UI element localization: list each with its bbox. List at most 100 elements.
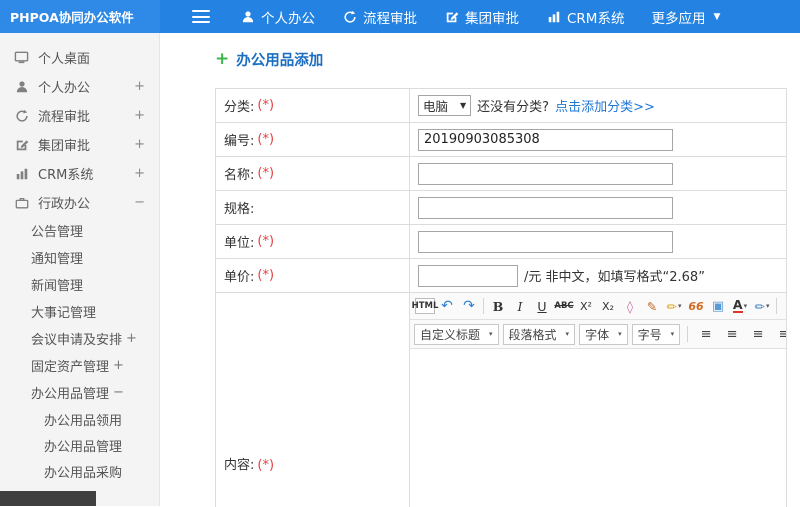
italic-button[interactable]: I [510, 296, 530, 316]
sidebar-subitem-label: 新闻管理 [31, 279, 84, 294]
category-label: 分类: (*) [216, 89, 410, 122]
briefcase-icon [14, 195, 29, 210]
undo-button[interactable]: ↶ [437, 296, 457, 316]
sidebar-subitem-news[interactable]: 新闻管理 [0, 271, 159, 298]
redo-button[interactable]: ↷ [459, 296, 479, 316]
rich-text-editor: HTML ↶ ↷ B I U ABC X² X₂ ◊ ✎ ✏ ▾ 66 ▣ A … [410, 293, 786, 507]
sidebar-item-personal-office[interactable]: 个人办公 + [0, 72, 159, 101]
sidebar-subitem-label: 会议申请及安排 [31, 333, 123, 348]
editor-content-area[interactable] [410, 349, 786, 507]
sidebar-subitem-notification[interactable]: 通知管理 [0, 244, 159, 271]
sidebar-subitem-label: 办公用品领用 [44, 413, 123, 429]
sidebar-subitem-label: 办公用品采购 [44, 465, 123, 481]
align-center-icon[interactable]: ≡ [722, 324, 742, 344]
price-input[interactable] [418, 264, 518, 287]
insert-table-icon[interactable]: ▦ [781, 296, 786, 316]
name-input[interactable] [418, 162, 673, 185]
toolbar-separator [687, 326, 689, 342]
form-row-unit: 单位: (*) [216, 225, 786, 259]
sidebar-subitem-label: 办公用品管理 [31, 387, 110, 402]
expand-toggle[interactable]: + [134, 137, 145, 152]
hamburger-menu-icon[interactable] [192, 10, 210, 23]
add-supplies-form: 分类: (*) 电脑 ▼ 还没有分类? 点击添加分类>> 编号: (*) 201… [215, 88, 787, 507]
nav-item-crm[interactable]: CRM系统 [546, 7, 624, 27]
underline-button[interactable]: U [532, 296, 552, 316]
expand-toggle[interactable]: + [113, 358, 124, 373]
sidebar-subitem-events[interactable]: 大事记管理 [0, 298, 159, 325]
expand-toggle[interactable]: + [134, 79, 145, 94]
desktop-icon [14, 50, 29, 65]
add-category-link[interactable]: 点击添加分类>> [555, 96, 655, 115]
strikethrough-button[interactable]: ABC [554, 296, 574, 316]
custom-title-select[interactable]: 自定义标题 ▾ [414, 323, 499, 345]
content-label: 内容: (*) [216, 293, 410, 507]
sidebar-subitem-office-supplies[interactable]: 办公用品管理 − [0, 379, 159, 406]
form-row-code: 编号: (*) [216, 123, 786, 157]
background-color-button[interactable]: ✏ ▾ [752, 296, 772, 316]
sidebar-subsubitem-supplies-purchase[interactable]: 办公用品采购 [0, 458, 159, 484]
form-row-name: 名称: (*) [216, 157, 786, 191]
format-brush-icon[interactable]: ✎ [642, 296, 662, 316]
sidebar-item-label: 个人桌面 [38, 52, 91, 67]
nav-item-process-approval[interactable]: 流程审批 [342, 7, 417, 27]
unit-input[interactable] [418, 230, 673, 253]
nav-item-personal-office[interactable]: 个人办公 [240, 7, 315, 27]
insert-image-icon[interactable]: ▣ [708, 296, 728, 316]
superscript-button[interactable]: X² [576, 296, 596, 316]
sidebar-subitem-fixed-assets[interactable]: 固定资产管理 + [0, 352, 159, 379]
expand-toggle[interactable]: + [134, 108, 145, 123]
sidebar-subsubitem-supplies-management[interactable]: 办公用品管理 [0, 432, 159, 458]
caret-down-icon: ▾ [765, 302, 770, 310]
font-color-button[interactable]: A ▾ [730, 296, 750, 316]
code-input[interactable] [418, 128, 673, 151]
caret-down-icon: ▾ [565, 330, 570, 338]
required-mark: (*) [257, 268, 275, 283]
spec-input[interactable] [418, 196, 673, 219]
font-family-select[interactable]: 字体 ▾ [579, 323, 628, 345]
spec-label: 规格: [216, 191, 410, 224]
page-title: + 办公用品添加 [215, 49, 800, 69]
toolbar-separator [776, 298, 777, 314]
sidebar-subitem-meeting[interactable]: 会议申请及安排 + [0, 325, 159, 352]
form-row-spec: 规格: [216, 191, 786, 225]
highlighter-icon[interactable]: ✏ ▾ [664, 296, 684, 316]
sidebar-item-label: 个人办公 [38, 81, 91, 96]
sidebar-item-group-approval[interactable]: 集团审批 + [0, 130, 159, 159]
collapse-toggle[interactable]: − [134, 195, 145, 210]
caret-down-icon: ▼ [713, 11, 721, 22]
font-size-select[interactable]: 字号 ▾ [631, 323, 681, 345]
top-navbar: PHPOA协同办公软件 个人办公 流程审批 集团审批 CRM系统 更多应用 ▼ [0, 0, 800, 33]
paragraph-format-select[interactable]: 段落格式 ▾ [502, 323, 576, 345]
sidebar-item-process-approval[interactable]: 流程审批 + [0, 101, 159, 130]
category-select[interactable]: 电脑 ▼ [418, 95, 472, 116]
expand-toggle[interactable]: + [126, 331, 137, 346]
sidebar-item-personal-desktop[interactable]: 个人桌面 [0, 43, 159, 72]
blockquote-button[interactable]: 66 [686, 296, 706, 316]
bar-chart-icon [14, 166, 29, 181]
sidebar-item-label: 行政办公 [38, 197, 91, 212]
sidebar-item-crm[interactable]: CRM系统 + [0, 159, 159, 188]
sidebar-subitem-announcement[interactable]: 公告管理 [0, 217, 159, 244]
caret-down-icon: ▾ [670, 330, 675, 338]
nav-item-label: CRM系统 [567, 10, 625, 27]
sidebar: 个人桌面 个人办公 + 流程审批 + 集团审批 + CRM系统 + 行政办公 − [0, 33, 160, 506]
subscript-button[interactable]: X₂ [598, 296, 618, 316]
bold-button[interactable]: B [488, 296, 508, 316]
nav-item-group-approval[interactable]: 集团审批 [444, 7, 519, 27]
collapse-toggle[interactable]: − [113, 385, 124, 400]
remove-format-icon[interactable]: ◊ [620, 296, 640, 316]
nav-item-more-apps[interactable]: 更多应用 ▼ [651, 7, 720, 27]
price-suffix: /元 非中文，如填写格式“2.68” [524, 270, 705, 285]
caret-down-icon: ▾ [743, 302, 748, 310]
editor-toolbar-row2: 自定义标题 ▾ 段落格式 ▾ 字体 ▾ 字号 ▾ ≡ ≡ ≡ ≡ [410, 320, 786, 349]
expand-toggle[interactable]: + [134, 166, 145, 181]
caret-down-icon: ▼ [460, 101, 467, 110]
sidebar-item-admin-office[interactable]: 行政办公 − [0, 188, 159, 217]
nav-item-label: 个人办公 [261, 10, 315, 27]
sidebar-subsubitem-supplies-requisition[interactable]: 办公用品领用 [0, 406, 159, 432]
align-right-icon[interactable]: ≡ [748, 324, 768, 344]
required-mark: (*) [257, 98, 275, 113]
align-left-icon[interactable]: ≡ [696, 324, 716, 344]
align-justify-icon[interactable]: ≡ [774, 324, 786, 344]
html-source-button[interactable]: HTML [412, 298, 438, 314]
